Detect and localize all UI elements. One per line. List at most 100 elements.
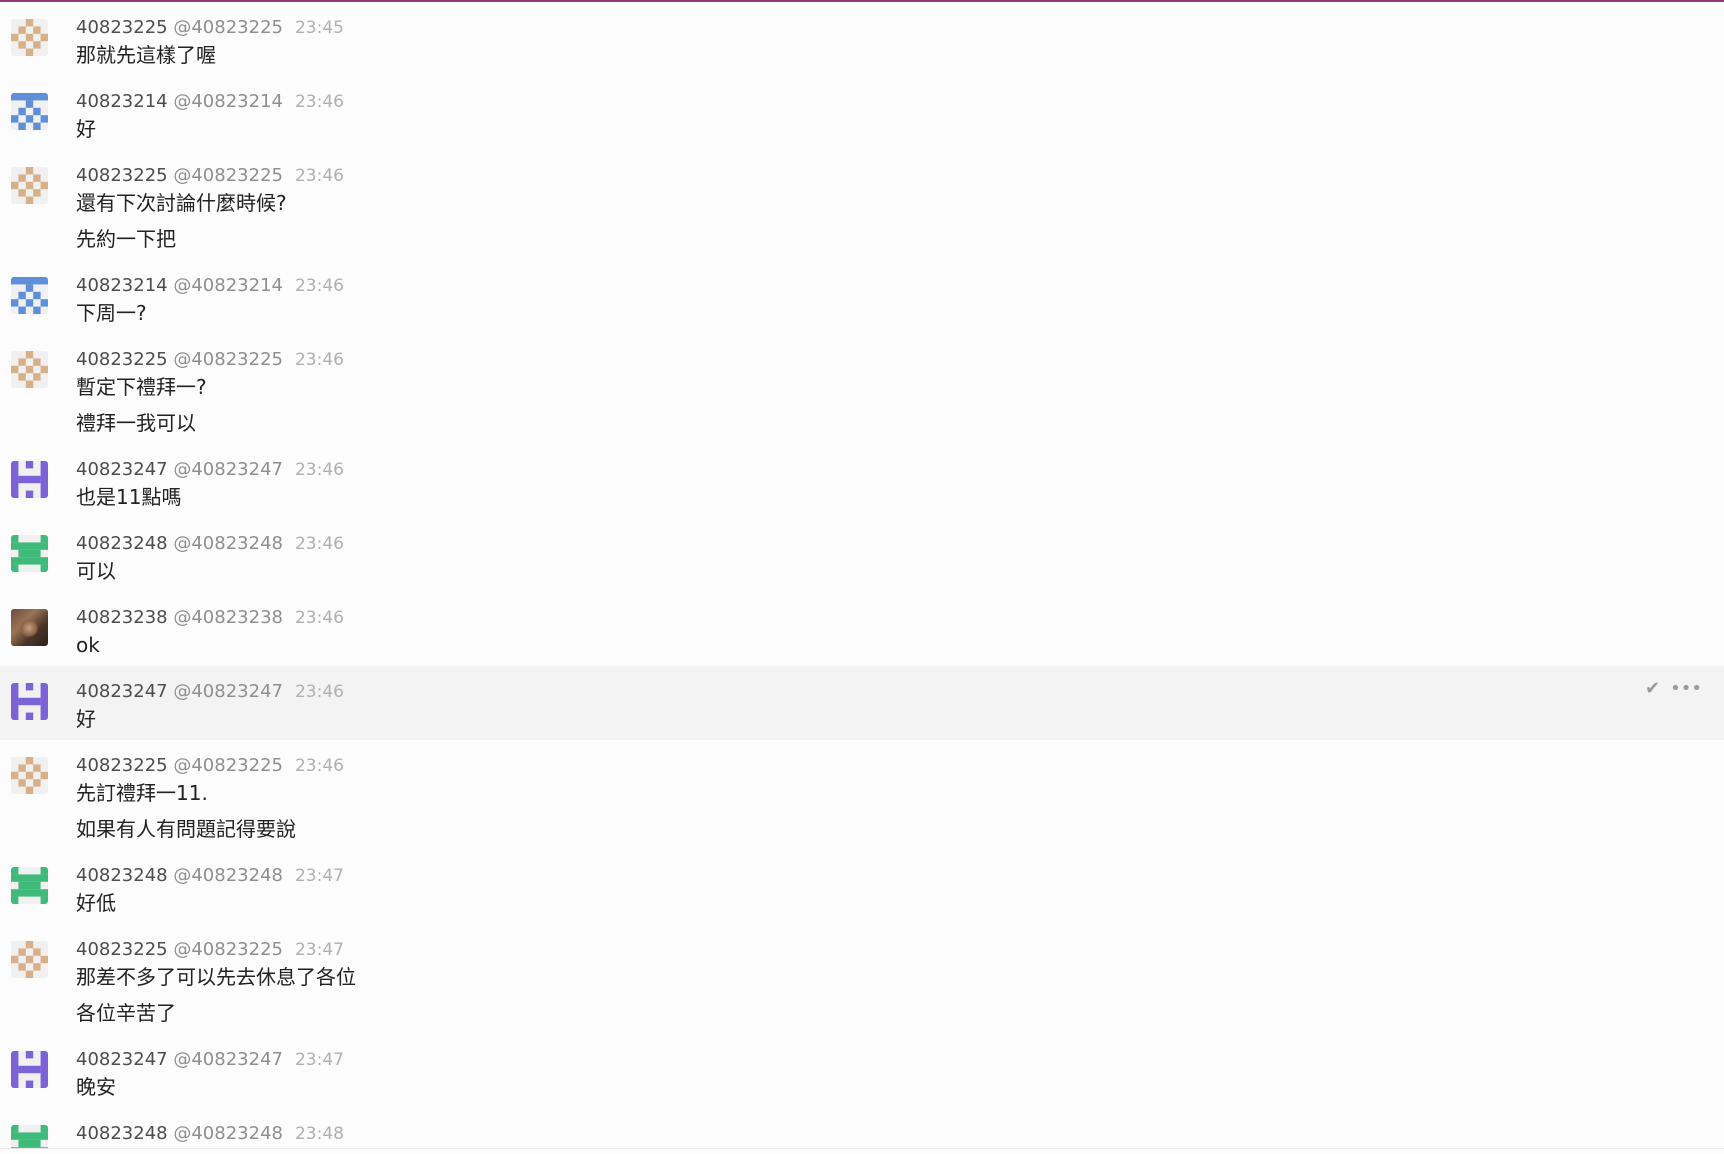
username[interactable]: 40823225 (76, 755, 168, 776)
user-handle[interactable]: @40823225 (173, 349, 283, 370)
username[interactable]: 40823238 (76, 607, 168, 628)
avatar[interactable] (11, 351, 48, 388)
username[interactable]: 40823248 (76, 533, 168, 554)
avatar[interactable] (11, 93, 48, 130)
user-handle[interactable]: @40823247 (173, 1049, 283, 1070)
avatar[interactable] (11, 167, 48, 204)
message-header: 40823225 @40823225 23:47 (76, 938, 356, 962)
message-header: 40823248 @40823248 23:47 (76, 864, 344, 888)
message-row[interactable]: 40823248 @4082324823:48晚安老二 (0, 1108, 1724, 1148)
timestamp: 23:46 (294, 166, 344, 186)
user-handle[interactable]: @40823214 (173, 91, 283, 112)
message-list-bottom-divider (0, 1148, 1724, 1149)
message-row[interactable]: 40823238 @40823238 23:46 ok (0, 592, 1724, 666)
message-row[interactable]: 40823225 @40823225 23:46 暫定下禮拜一? 禮拜一我可以 (0, 334, 1724, 444)
username[interactable]: 40823247 (76, 1049, 168, 1070)
message-row[interactable]: 40823248 @40823248 23:46 可以 (0, 518, 1724, 592)
avatar[interactable] (11, 19, 48, 56)
message-body: 40823247 @40823247 23:46 也是11點嗎 (76, 458, 344, 512)
message-body: 40823214 @40823214 23:46 好 (76, 90, 344, 144)
message-header: 40823248 @40823248 23:46 (76, 532, 344, 556)
timestamp: 23:47 (294, 1050, 344, 1070)
timestamp: 23:46 (294, 350, 344, 370)
message-header: 40823214 @40823214 23:46 (76, 274, 344, 298)
message-text: 可以 (76, 559, 116, 583)
message-row[interactable]: 40823225 @40823225 23:46 先訂禮拜一11. 如果有人有問題記得… (0, 740, 1724, 850)
timestamp: 23:48 (294, 1124, 344, 1144)
user-handle[interactable]: @40823247 (173, 459, 283, 480)
username[interactable]: 40823214 (76, 275, 168, 296)
message-row[interactable]: 40823225 @40823225 23:45 那就先這樣了喔 (0, 2, 1724, 76)
message-body: 40823225 @40823225 23:47 那差不多了可以先去休息了各位 各位辛… (76, 938, 356, 1028)
message-text: 先約一下把 (76, 227, 176, 251)
message-row[interactable]: 40823225 @40823225 23:46 還有下次討論什麼時候? 先約一下把 (0, 150, 1724, 260)
message-text: 禮拜一我可以 (76, 411, 196, 435)
timestamp: 23:46 (294, 682, 344, 702)
message-actions: ✔ ••• (1645, 678, 1702, 699)
message-row[interactable]: 40823225 @40823225 23:47 那差不多了可以先去休息了各位 各位辛… (0, 924, 1724, 1034)
username[interactable]: 40823225 (76, 17, 168, 38)
user-handle[interactable]: @40823225 (173, 755, 283, 776)
message-header: 40823225 @40823225 23:45 (76, 16, 344, 40)
avatar[interactable] (11, 941, 48, 978)
message-text: ok (76, 633, 100, 657)
message-header: 40823248 @40823248 23:48 (76, 1122, 344, 1146)
more-icon[interactable]: ••• (1670, 678, 1702, 699)
avatar[interactable] (11, 535, 48, 572)
message-body: 40823248 @40823248 23:47 好低 (76, 864, 344, 918)
message-body: 40823247 @40823247 23:47 晚安 (76, 1048, 344, 1102)
timestamp: 23:47 (294, 866, 344, 886)
message-row[interactable]: 40823247 @40823247 23:46 也是11點嗎 (0, 444, 1724, 518)
avatar[interactable] (11, 1051, 48, 1088)
message-header: 40823225 @40823225 23:46 (76, 164, 344, 188)
username[interactable]: 40823225 (76, 939, 168, 960)
message-header: 40823247 @40823247 23:46 (76, 458, 344, 482)
username[interactable]: 40823248 (76, 1123, 168, 1144)
message-row[interactable]: 40823247 @40823247 23:46 好 ✔ ••• (0, 666, 1724, 740)
username[interactable]: 40823225 (76, 165, 168, 186)
avatar[interactable] (11, 277, 48, 314)
username[interactable]: 40823214 (76, 91, 168, 112)
timestamp: 23:47 (294, 940, 344, 960)
message-body: 40823225 @40823225 23:46 暫定下禮拜一? 禮拜一我可以 (76, 348, 344, 438)
username[interactable]: 40823247 (76, 681, 168, 702)
message-body: 40823248 @4082324823:48晚安老二 (76, 1122, 344, 1148)
user-handle[interactable]: @40823248 (173, 533, 283, 554)
username[interactable]: 40823225 (76, 349, 168, 370)
message-body: 40823247 @40823247 23:46 好 (76, 680, 344, 734)
username[interactable]: 40823248 (76, 865, 168, 886)
message-text: 晚安 (76, 1075, 116, 1099)
user-handle[interactable]: @40823238 (173, 607, 283, 628)
message-row[interactable]: 40823214 @40823214 23:46 下周一? (0, 260, 1724, 334)
avatar[interactable] (11, 1125, 48, 1148)
message-row[interactable]: 40823248 @40823248 23:47 好低 (0, 850, 1724, 924)
message-header: 40823238 @40823238 23:46 (76, 606, 344, 630)
message-header: 40823225 @40823225 23:46 (76, 754, 344, 778)
user-handle[interactable]: @40823247 (173, 681, 283, 702)
avatar[interactable] (11, 867, 48, 904)
timestamp: 23:46 (294, 92, 344, 112)
message-text: 也是11點嗎 (76, 485, 182, 509)
user-handle[interactable]: @40823225 (173, 17, 283, 38)
avatar[interactable] (11, 461, 48, 498)
check-icon[interactable]: ✔ (1645, 678, 1660, 699)
user-handle[interactable]: @40823225 (173, 939, 283, 960)
avatar[interactable] (11, 757, 48, 794)
timestamp: 23:46 (294, 460, 344, 480)
message-text: 先訂禮拜一11. (76, 781, 208, 805)
message-body: 40823225 @40823225 23:46 先訂禮拜一11. 如果有人有問題記得… (76, 754, 344, 844)
message-text: 各位辛苦了 (76, 1001, 176, 1025)
username[interactable]: 40823247 (76, 459, 168, 480)
avatar[interactable] (11, 683, 48, 720)
message-text: 還有下次討論什麼時候? (76, 191, 287, 215)
message-row[interactable]: 40823214 @40823214 23:46 好 (0, 76, 1724, 150)
user-handle[interactable]: @40823214 (173, 275, 283, 296)
message-row[interactable]: 40823247 @40823247 23:47 晚安 (0, 1034, 1724, 1108)
user-handle[interactable]: @40823248 (173, 865, 283, 886)
timestamp: 23:46 (294, 756, 344, 776)
user-handle[interactable]: @40823225 (173, 165, 283, 186)
avatar[interactable] (11, 609, 48, 646)
message-header: 40823247 @40823247 23:46 (76, 680, 344, 704)
message-text: 好 (76, 707, 96, 731)
user-handle[interactable]: @40823248 (173, 1123, 283, 1144)
